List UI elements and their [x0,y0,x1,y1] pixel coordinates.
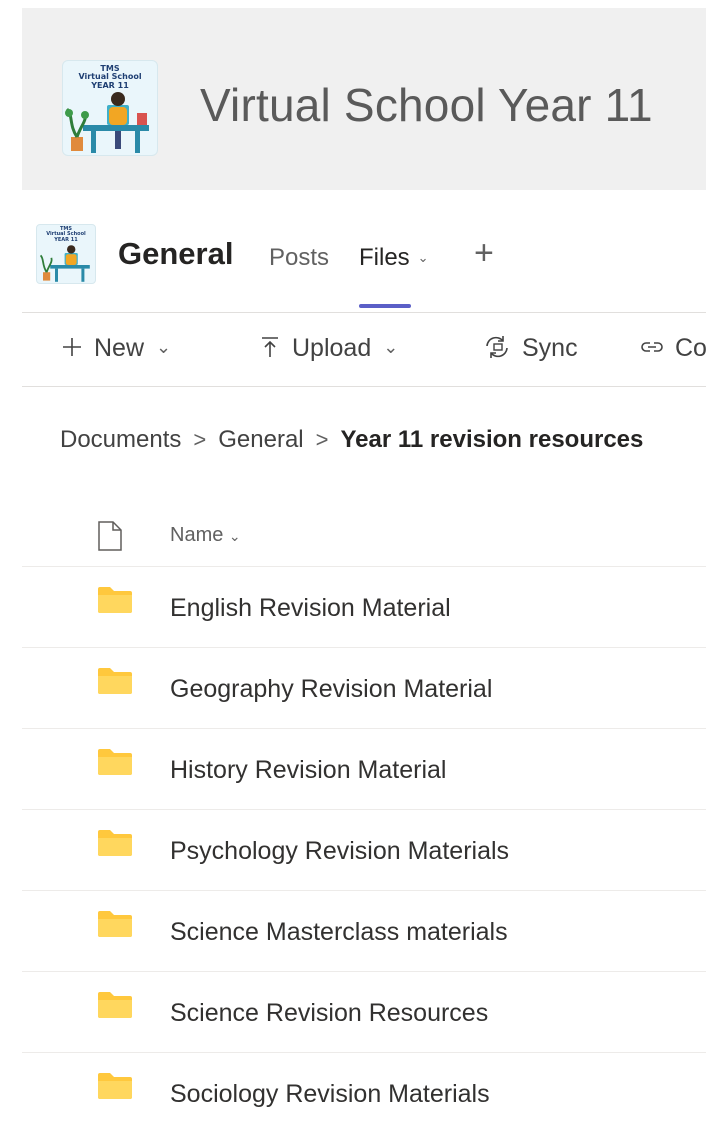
sync-icon [486,336,508,359]
tab-files[interactable]: Files ⌄ [359,244,429,272]
sync-button[interactable]: Sync [482,334,578,363]
team-header: TMS Virtual School YEAR 11 Virtual Schoo… [22,8,706,190]
folder-name[interactable]: History Revision Material [170,756,446,785]
upload-button[interactable]: Upload ⌄ [258,334,398,363]
breadcrumb: Documents > General > Year 11 revision resou… [60,426,643,454]
chevron-right-icon: > [315,427,329,452]
list-item[interactable]: History Revision Material [22,728,706,810]
folder-name[interactable]: Geography Revision Material [170,675,492,704]
name-column-header[interactable]: Name ⌄ [170,524,241,547]
breadcrumb-documents[interactable]: Documents [60,426,181,453]
tab-posts[interactable]: Posts [269,244,329,272]
upload-icon [262,337,278,358]
chevron-down-icon: ⌄ [228,528,241,544]
plus-icon: + [474,234,494,272]
channel-team-logo: TMS Virtual School YEAR 11 [36,224,96,284]
upload-label: Upload [292,334,372,362]
folder-icon [98,587,132,613]
command-bar-divider [22,386,706,387]
copy-link-label: Co [675,334,707,362]
breadcrumb-current-folder: Year 11 revision resources [340,426,644,453]
list-item[interactable]: Geography Revision Material [22,647,706,729]
chevron-down-icon: ⌄ [417,250,429,265]
new-button[interactable]: New ⌄ [60,334,171,363]
breadcrumb-general[interactable]: General [218,426,303,453]
file-type-icon [98,521,122,551]
tab-files-label: Files [359,244,410,271]
copy-link-button[interactable]: Co [639,334,707,363]
folder-name[interactable]: Science Masterclass materials [170,918,508,947]
folder-icon [98,668,132,694]
chevron-right-icon: > [193,427,207,452]
student-desk-illustration [65,92,149,153]
list-item[interactable]: Science Masterclass materials [22,890,706,972]
folder-icon [98,1073,132,1099]
chevron-down-icon: ⌄ [383,337,399,357]
student-desk-illustration-small [39,245,90,282]
plus-icon [63,338,81,357]
file-list-header: Name ⌄ [22,510,706,566]
folder-name[interactable]: Sociology Revision Materials [170,1080,490,1109]
tabs-divider [22,312,706,313]
link-icon [641,342,663,353]
selected-tab-indicator [359,304,411,308]
chevron-down-icon: ⌄ [156,337,172,357]
sync-label: Sync [522,334,578,362]
list-item[interactable]: Science Revision Resources [22,971,706,1053]
folder-icon [98,830,132,856]
channel-name: General [118,236,234,271]
folder-icon [98,992,132,1018]
team-name: Virtual School Year 11 [200,79,653,131]
folder-icon [98,749,132,775]
folder-name[interactable]: English Revision Material [170,594,451,623]
folder-icon [98,911,132,937]
channel-pane: TMS Virtual School YEAR 11 General Posts… [22,208,707,1116]
add-tab-button[interactable]: + [474,234,494,273]
list-item[interactable]: English Revision Material [22,566,706,648]
folder-name[interactable]: Psychology Revision Materials [170,837,509,866]
new-label: New [94,334,145,362]
list-item[interactable]: Sociology Revision Materials [22,1052,706,1134]
name-column-label: Name [170,524,224,546]
team-logo: TMS Virtual School YEAR 11 [62,60,158,156]
list-item[interactable]: Psychology Revision Materials [22,809,706,891]
folder-name[interactable]: Science Revision Resources [170,999,488,1028]
